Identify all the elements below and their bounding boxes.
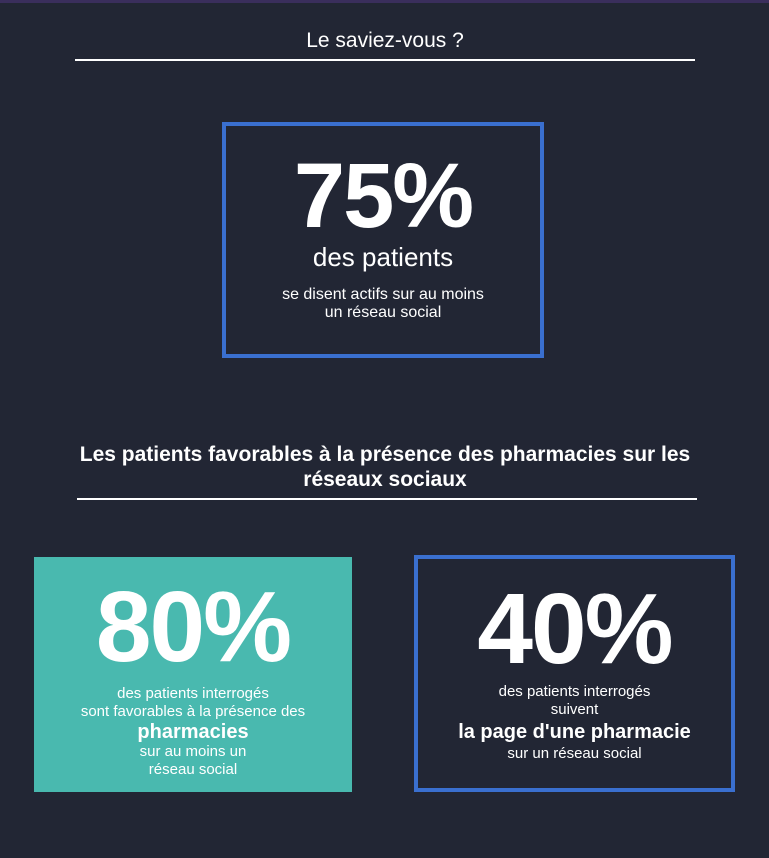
- stat-text-40-line3: sur un réseau social: [507, 745, 642, 762]
- section-title-did-you-know: Le saviez-vous ?: [306, 29, 464, 52]
- stat-card-80: 80% des patients interrogés sont favorab…: [34, 557, 352, 792]
- stat-subtitle-75: des patients: [312, 242, 454, 272]
- title-divider: [75, 59, 695, 61]
- stat-text-80-line4: réseau social: [148, 761, 238, 778]
- section-title-favorable-patients: Les patients favorables à la présence de…: [60, 442, 710, 492]
- section-title-line2: réseaux sociaux: [303, 468, 467, 491]
- stat-card-75: 75% des patients se disent actifs sur au…: [222, 122, 544, 358]
- stat-detail-75-line1: se disent actifs sur au moins: [282, 286, 484, 303]
- stat-text-40-line1: des patients interrogés: [498, 683, 651, 700]
- stat-text-80-line1: des patients interrogés: [117, 685, 269, 702]
- stat-text-40-line2: suivent: [550, 701, 599, 718]
- section-divider: [77, 498, 697, 500]
- stat-card-40: 40% des patients interrogés suivent la p…: [414, 555, 735, 792]
- section-title-line1: Les patients favorables à la présence de…: [79, 443, 691, 466]
- stat-text-80-line2: sont favorables à la présence des: [80, 703, 306, 720]
- stat-value-80: 80%: [95, 571, 292, 683]
- stat-text-80-line3: sur au moins un: [139, 743, 247, 760]
- stat-detail-75: se disent actifs sur au moins un réseau …: [226, 286, 540, 322]
- stat-text-40-emphasis: la page d'une pharmacie: [458, 721, 691, 743]
- stat-text-80: des patients interrogés sont favorables …: [34, 685, 352, 779]
- stat-text-80-emphasis: pharmacies: [137, 721, 249, 743]
- stat-detail-75-line2: un réseau social: [324, 304, 442, 321]
- stat-value-75: 75%: [293, 145, 474, 247]
- top-accent-strip: [0, 0, 769, 3]
- stat-value-40: 40%: [477, 573, 673, 685]
- stat-text-40: des patients interrogés suivent la page …: [418, 683, 731, 763]
